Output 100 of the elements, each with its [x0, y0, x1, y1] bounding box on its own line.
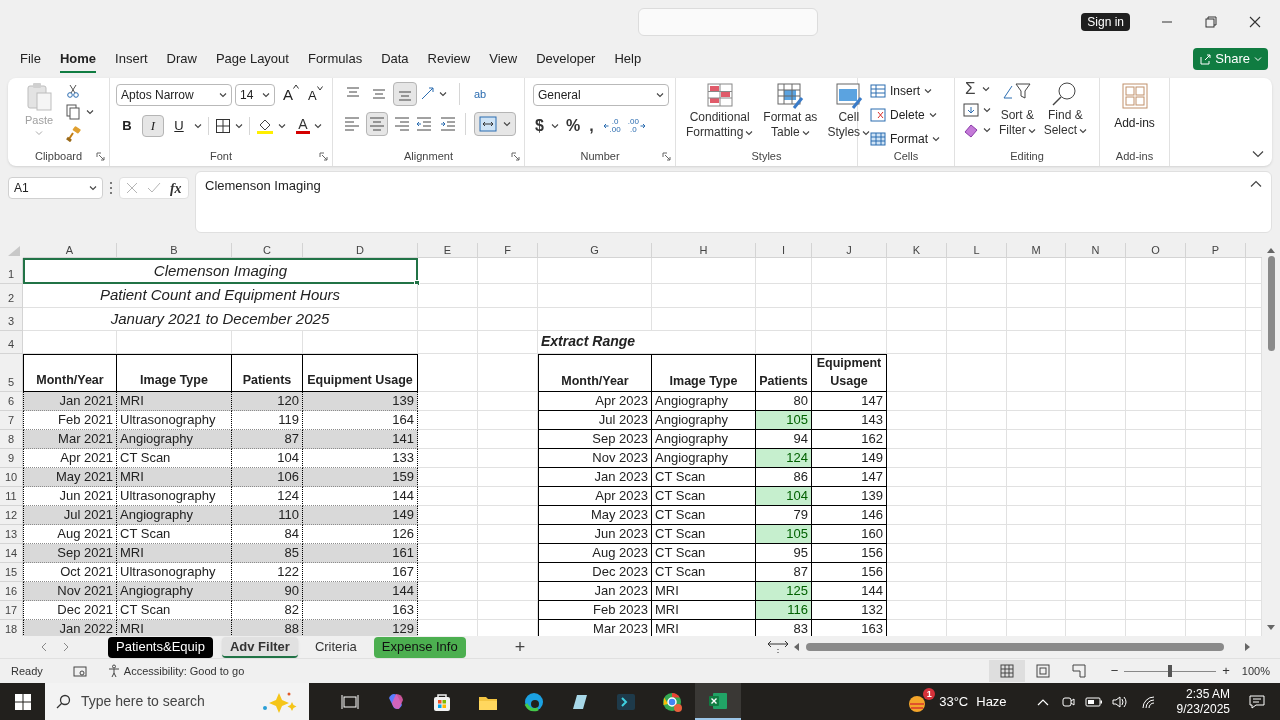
- row-header[interactable]: 15: [0, 563, 23, 582]
- search-icon[interactable]: [55, 693, 71, 710]
- search-box[interactable]: [638, 8, 818, 36]
- column-header[interactable]: F: [478, 243, 538, 258]
- collapse-ribbon-icon[interactable]: [1252, 150, 1264, 158]
- next-sheet-icon[interactable]: [62, 642, 70, 652]
- underline-button[interactable]: U: [168, 114, 190, 137]
- sheet-tab[interactable]: Patients&Equip: [108, 636, 213, 658]
- slider-thumb[interactable]: [1168, 665, 1173, 677]
- bold-button[interactable]: B: [116, 114, 138, 137]
- caret-up-icon[interactable]: [293, 84, 299, 89]
- select-all-icon[interactable]: [0, 243, 23, 258]
- chevron-down-icon[interactable]: [262, 91, 270, 100]
- chevron-down-icon[interactable]: [235, 121, 243, 130]
- autosum-button[interactable]: Σ: [963, 80, 978, 98]
- sign-in-button[interactable]: Sign in: [1081, 13, 1130, 31]
- menu-tab[interactable]: Formulas: [307, 45, 363, 73]
- chevron-down-icon[interactable]: [656, 91, 664, 99]
- scroll-right-icon[interactable]: [1244, 642, 1252, 652]
- font-color-button[interactable]: A: [296, 117, 310, 134]
- format-button[interactable]: Format: [870, 128, 942, 150]
- row-header[interactable]: 8: [0, 430, 23, 449]
- chevron-down-icon[interactable]: [503, 120, 511, 128]
- dialog-launcher-icon[interactable]: [96, 152, 105, 161]
- zoom-slider[interactable]: [1124, 665, 1217, 677]
- menu-tab[interactable]: Data: [381, 45, 409, 73]
- chevron-down-icon[interactable]: [928, 111, 937, 119]
- selected-cell[interactable]: Clemenson Imaging: [23, 258, 418, 284]
- taskbar-app-button[interactable]: [695, 683, 741, 720]
- row-header[interactable]: 4: [0, 331, 23, 354]
- add-sheet-button[interactable]: +: [514, 633, 526, 661]
- accessibility-icon[interactable]: [106, 664, 121, 678]
- menu-tab[interactable]: Draw: [166, 45, 197, 73]
- column-header[interactable]: I: [756, 243, 812, 258]
- dialog-launcher-icon[interactable]: [662, 152, 671, 161]
- dialog-launcher-icon[interactable]: [511, 152, 520, 161]
- number-format-button[interactable]: ,: [587, 114, 596, 138]
- menu-tab[interactable]: File: [20, 45, 41, 73]
- row-header[interactable]: 17: [0, 601, 23, 620]
- insert-button[interactable]: Insert: [870, 80, 942, 102]
- eraser-icon[interactable]: [963, 122, 979, 138]
- find-button[interactable]: Find & Select: [1043, 80, 1088, 138]
- chevron-down-icon[interactable]: [550, 122, 559, 130]
- zoom-in-button[interactable]: +: [1222, 661, 1230, 681]
- row-header[interactable]: 9: [0, 449, 23, 468]
- zoom-level[interactable]: 100%: [1241, 662, 1270, 680]
- number-format-button[interactable]: %: [563, 114, 583, 138]
- scrollbar-thumb[interactable]: [1267, 256, 1275, 351]
- battery-icon[interactable]: [1084, 695, 1103, 708]
- grid-delete-icon[interactable]: [870, 107, 886, 123]
- row-header[interactable]: 11: [0, 487, 23, 506]
- row-header[interactable]: 14: [0, 544, 23, 563]
- taskbar-search-field[interactable]: Type here to search: [45, 683, 309, 720]
- column-header[interactable]: G: [538, 243, 652, 258]
- chevron-down-icon[interactable]: [86, 108, 94, 116]
- italic-button[interactable]: I: [142, 114, 164, 137]
- sort-button[interactable]: Sort & Filter: [999, 80, 1036, 138]
- clock-date[interactable]: 9/23/2025: [1176, 701, 1230, 717]
- restore-icon[interactable]: [1204, 15, 1218, 29]
- show-hidden-icons-icon[interactable]: [1036, 697, 1049, 706]
- increase-indent-icon[interactable]: [439, 115, 458, 133]
- fill-down-icon[interactable]: [963, 102, 979, 118]
- menu-tab[interactable]: Home: [59, 45, 97, 73]
- zoom-out-button[interactable]: −: [1110, 661, 1119, 681]
- row-header[interactable]: 12: [0, 506, 23, 525]
- menu-tab[interactable]: Developer: [536, 45, 596, 73]
- cell-table-icon[interactable]: [834, 82, 863, 110]
- caret-down-icon[interactable]: [316, 85, 323, 91]
- wifi-icon[interactable]: [1140, 694, 1157, 709]
- windows-icon[interactable]: [13, 692, 32, 711]
- chevron-down-icon[interactable]: [862, 128, 871, 137]
- add-ins-icon[interactable]: [1120, 82, 1149, 110]
- grid-format-icon[interactable]: [870, 131, 886, 147]
- volume-icon[interactable]: [1110, 694, 1129, 709]
- chevron-down-icon[interactable]: [932, 135, 940, 143]
- row-header[interactable]: 7: [0, 411, 23, 430]
- column-header[interactable]: O: [1126, 243, 1186, 258]
- chevron-down-icon[interactable]: [983, 106, 991, 114]
- format-painter-icon[interactable]: [66, 126, 82, 142]
- column-header[interactable]: C: [232, 243, 303, 258]
- merge-icon[interactable]: [479, 116, 497, 132]
- borders-icon[interactable]: [215, 117, 231, 134]
- sheet-tab[interactable]: Adv Filter: [221, 636, 298, 658]
- conditional-styles-button[interactable]: Conditional Formatting: [684, 82, 756, 140]
- menu-tab[interactable]: Insert: [115, 45, 148, 73]
- scrollbar-thumb[interactable]: [806, 643, 1224, 651]
- table-styles-button[interactable]: Format as Table: [761, 82, 820, 140]
- menu-tab[interactable]: Review: [427, 45, 471, 73]
- camera-icon[interactable]: [1060, 694, 1075, 709]
- arrow-left-icon[interactable]: [602, 123, 609, 129]
- page-break-view-icon[interactable]: [1070, 663, 1087, 679]
- increase-decimal-button[interactable]: .0 .00: [602, 118, 621, 134]
- chevron-down-icon[interactable]: [278, 121, 286, 130]
- scroll-left-icon[interactable]: [792, 642, 800, 652]
- copy-icon[interactable]: [66, 104, 80, 120]
- column-header[interactable]: H: [652, 243, 756, 258]
- scroll-up-icon[interactable]: [1266, 246, 1276, 254]
- chevron-down-icon[interactable]: [745, 128, 754, 137]
- sheet-tab[interactable]: Expense Info: [373, 636, 466, 658]
- menu-tab[interactable]: View: [489, 45, 518, 73]
